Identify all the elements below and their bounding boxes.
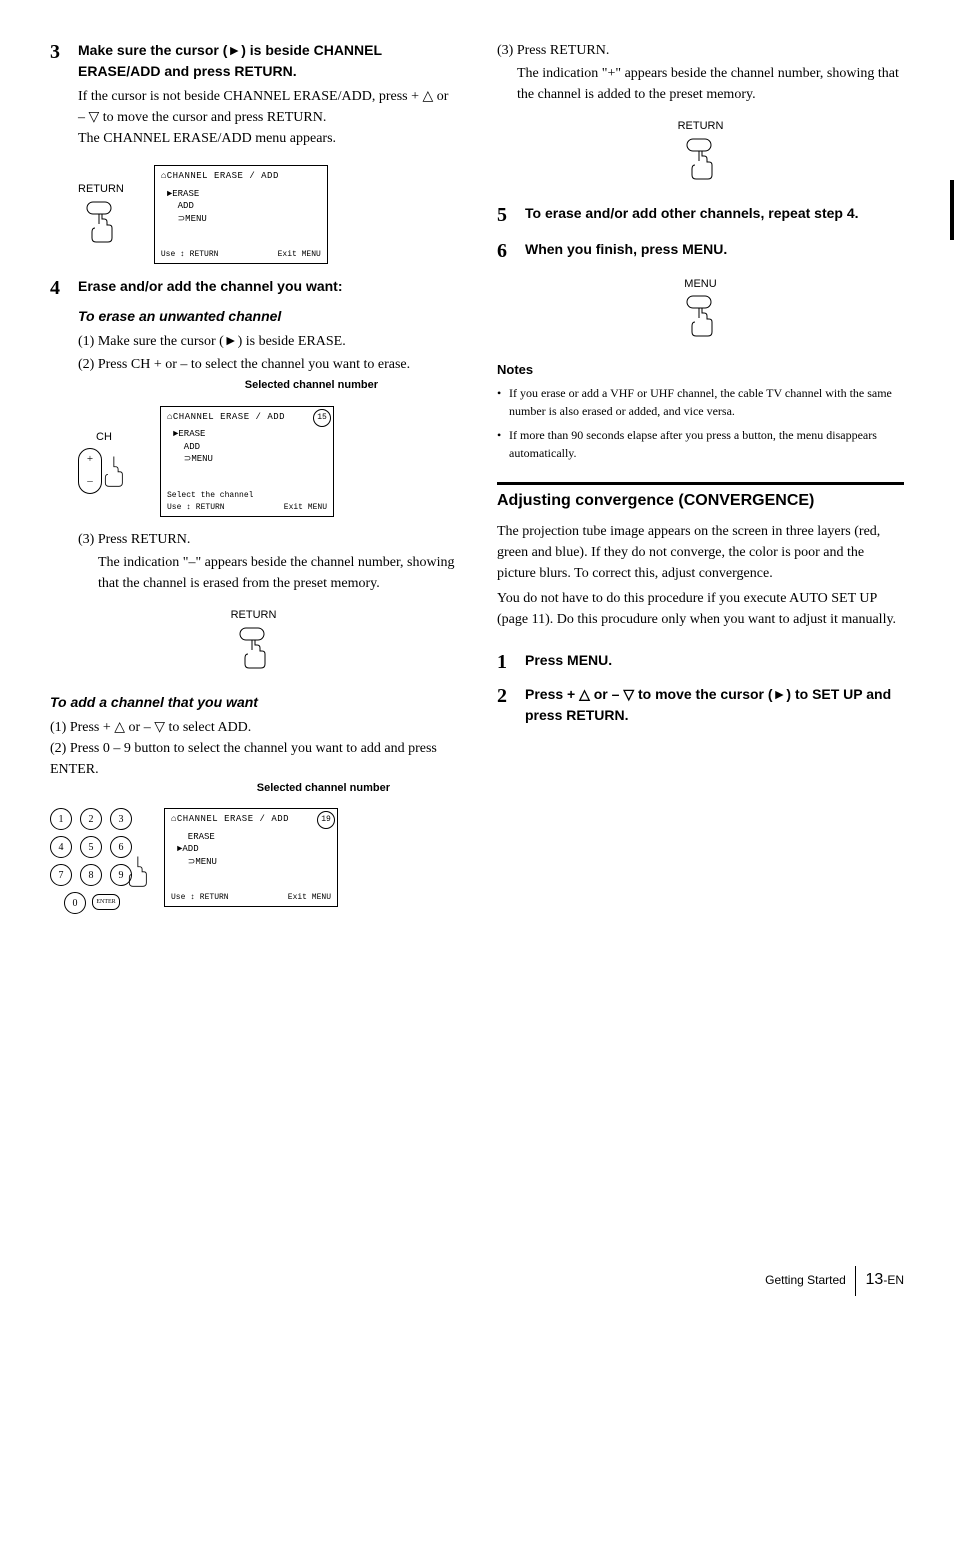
convergence-p2: You do not have to do this procedure if … bbox=[497, 588, 904, 630]
step-title: When you finish, press MENU. bbox=[525, 239, 727, 263]
key-enter: ENTER bbox=[92, 894, 120, 910]
key-5: 5 bbox=[80, 836, 102, 858]
cont-substep-3-body: The indication "+" appears beside the ch… bbox=[517, 63, 904, 105]
substep-4-2: (2) Press CH + or – to select the channe… bbox=[78, 354, 457, 375]
return-figure-3: RETURN bbox=[497, 115, 904, 185]
key-0: 0 bbox=[64, 892, 86, 914]
step-title: Press + △ or – ▽ to move the cursor (►) … bbox=[525, 684, 904, 726]
step-number: 1 bbox=[497, 650, 515, 674]
menu-items: ERASE ►ADD ⊃MENU bbox=[177, 831, 331, 869]
step-title: To erase and/or add other channels, repe… bbox=[525, 203, 859, 227]
return-button-figure: RETURN bbox=[78, 181, 124, 248]
hand-press-icon bbox=[234, 626, 274, 674]
key-1: 1 bbox=[50, 808, 72, 830]
page-footer: Getting Started 13-EN bbox=[50, 1266, 904, 1296]
footer-section: Getting Started bbox=[765, 1273, 846, 1287]
return-label: RETURN bbox=[78, 181, 124, 198]
step-title: Make sure the cursor (►) is beside CHANN… bbox=[78, 40, 457, 82]
menu-exit: Exit MENU bbox=[278, 249, 321, 261]
add-subhead: To add a channel that you want bbox=[50, 692, 457, 713]
step-number: 6 bbox=[497, 239, 515, 263]
return-label: RETURN bbox=[231, 607, 277, 624]
footer-page: 13 bbox=[866, 1271, 884, 1288]
menu-select: Select the channel bbox=[167, 490, 327, 502]
conv-step-1: 1 Press MENU. bbox=[497, 650, 904, 674]
caption-selected-channel: Selected channel number bbox=[78, 377, 378, 394]
key-2: 2 bbox=[80, 808, 102, 830]
menu-title: ⌂CHANNEL ERASE / ADD bbox=[161, 170, 321, 184]
notes-heading: Notes bbox=[497, 360, 904, 380]
menu-use: Use ↕ RETURN bbox=[161, 249, 219, 261]
step-title: Erase and/or add the channel you want: bbox=[78, 276, 343, 300]
convergence-title: Adjusting convergence (CONVERGENCE) bbox=[497, 491, 904, 512]
menu-use: Use ↕ RETURN bbox=[171, 892, 229, 904]
menu-figure: MENU bbox=[497, 273, 904, 343]
step-title: Press MENU. bbox=[525, 650, 612, 674]
footer-suffix: -EN bbox=[883, 1273, 904, 1287]
erase-subhead: To erase an unwanted channel bbox=[78, 306, 457, 327]
step-6-header: 6 When you finish, press MENU. bbox=[497, 239, 904, 263]
menu-items: ►ERASE ADD ⊃MENU bbox=[173, 428, 327, 466]
menu-screen-3: ⌂CHANNEL ERASE / ADD 19 ERASE ►ADD ⊃MENU… bbox=[164, 808, 338, 907]
hand-press-icon bbox=[81, 200, 121, 248]
key-4: 4 bbox=[50, 836, 72, 858]
step-number: 4 bbox=[50, 276, 68, 300]
convergence-p1: The projection tube image appears on the… bbox=[497, 521, 904, 584]
page-columns: 3 Make sure the cursor (►) is beside CHA… bbox=[50, 40, 904, 926]
cont-substep-3: (3) Press RETURN. bbox=[497, 40, 904, 61]
step-number: 2 bbox=[497, 684, 515, 726]
ch-button-figure: CH +– bbox=[78, 429, 130, 494]
right-column: (3) Press RETURN. The indication "+" app… bbox=[497, 40, 904, 926]
step-5-header: 5 To erase and/or add other channels, re… bbox=[497, 203, 904, 227]
step-3-body: If the cursor is not beside CHANNEL ERAS… bbox=[78, 86, 457, 149]
menu-items: ►ERASE ADD ⊃MENU bbox=[167, 188, 321, 226]
menu-use: Use ↕ RETURN bbox=[167, 502, 225, 514]
step-3-figure: RETURN ⌂CHANNEL ERASE / ADD ►ERASE ADD ⊃… bbox=[78, 165, 457, 264]
return-figure-2: RETURN bbox=[50, 604, 457, 674]
menu-exit: Exit MENU bbox=[284, 502, 327, 514]
side-tab bbox=[950, 180, 954, 240]
step-4-header: 4 Erase and/or add the channel you want: bbox=[50, 276, 457, 300]
step-3-text1: If the cursor is not beside CHANNEL ERAS… bbox=[78, 86, 457, 128]
caption-selected-channel-2: Selected channel number bbox=[50, 780, 390, 797]
substep-4-1: (1) Make sure the cursor (►) is beside E… bbox=[78, 331, 457, 352]
left-column: 3 Make sure the cursor (►) is beside CHA… bbox=[50, 40, 457, 926]
step-number: 5 bbox=[497, 203, 515, 227]
substep-4-3-body: The indication "–" appears beside the ch… bbox=[98, 552, 457, 594]
key-8: 8 bbox=[80, 864, 102, 886]
step-number: 3 bbox=[50, 40, 68, 82]
menu-screen-1: ⌂CHANNEL ERASE / ADD ►ERASE ADD ⊃MENU Us… bbox=[154, 165, 328, 264]
key-3: 3 bbox=[110, 808, 132, 830]
hand-press-icon bbox=[681, 137, 721, 185]
section-divider bbox=[497, 482, 904, 485]
step-3-header: 3 Make sure the cursor (►) is beside CHA… bbox=[50, 40, 457, 82]
footer-separator bbox=[855, 1266, 856, 1296]
hand-press-icon bbox=[681, 294, 721, 342]
substep-add-2: (2) Press 0 – 9 button to select the cha… bbox=[50, 738, 457, 780]
menu-exit: Exit MENU bbox=[288, 892, 331, 904]
channel-badge: 19 bbox=[317, 811, 335, 829]
substep-4-3: (3) Press RETURN. bbox=[78, 529, 457, 550]
menu-title: ⌂CHANNEL ERASE / ADD bbox=[171, 813, 331, 827]
substep-add-1: (1) Press + △ or – ▽ to select ADD. bbox=[50, 717, 457, 738]
hand-press-icon bbox=[120, 850, 154, 892]
menu-screen-2: ⌂CHANNEL ERASE / ADD 15 ►ERASE ADD ⊃MENU… bbox=[160, 406, 334, 517]
return-label: RETURN bbox=[678, 118, 724, 135]
keypad-figure: 1 2 3 4 5 6 7 8 9 0 ENTER bbox=[50, 808, 134, 914]
note-1: If you erase or add a VHF or UHF channel… bbox=[497, 384, 904, 420]
hand-press-icon bbox=[96, 450, 130, 492]
conv-step-2: 2 Press + △ or – ▽ to move the cursor (►… bbox=[497, 684, 904, 726]
menu-title: ⌂CHANNEL ERASE / ADD bbox=[167, 411, 327, 425]
ch-label: CH bbox=[96, 429, 112, 446]
key-7: 7 bbox=[50, 864, 72, 886]
channel-badge: 15 bbox=[313, 409, 331, 427]
step-3-text2: The CHANNEL ERASE/ADD menu appears. bbox=[78, 128, 457, 149]
note-2: If more than 90 seconds elapse after you… bbox=[497, 426, 904, 462]
menu-label: MENU bbox=[684, 276, 716, 293]
